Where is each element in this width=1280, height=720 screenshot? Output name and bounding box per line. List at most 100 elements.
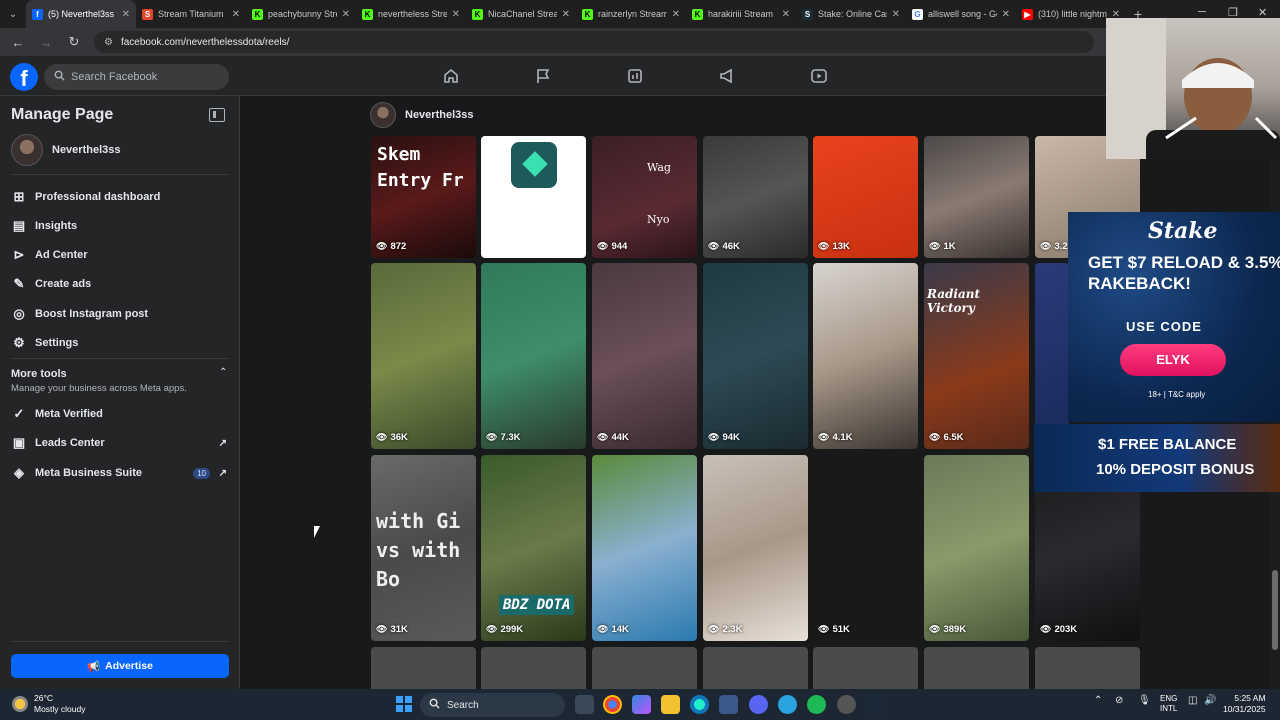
minimize-icon[interactable]: ─ [1198, 6, 1206, 18]
tab-search-menu-button[interactable]: ⌄ [0, 0, 26, 28]
close-tab-icon[interactable]: ✕ [1002, 9, 1010, 20]
eye-icon: 👁 [929, 432, 941, 442]
flag-icon[interactable] [533, 66, 553, 86]
forward-arrow-icon[interactable]: → [34, 30, 58, 54]
back-arrow-icon[interactable]: ← [6, 30, 30, 54]
steam-icon[interactable] [866, 695, 885, 714]
chevron-up-icon[interactable]: ⌃ [1094, 695, 1102, 706]
url-field[interactable]: ⚙ facebook.com/neverthelessdota/reels/ [94, 31, 1094, 53]
sidebar-item-boost-instagram-post[interactable]: ◎ Boost Instagram post [11, 301, 229, 327]
microphone-icon[interactable]: 🎙 [1138, 695, 1151, 706]
sidebar-item-meta-business-suite[interactable]: ◈ Meta Business Suite ↗ 10 [11, 460, 229, 486]
sidebar-item-insights[interactable]: ▤ Insights [11, 213, 229, 239]
reel-thumbnail[interactable]: Skem Entry Fr 👁 872 [371, 136, 476, 258]
megaphone-icon[interactable] [717, 66, 737, 86]
browser-tab[interactable]: S Stream Titanium ✕ [136, 0, 246, 28]
discord-icon[interactable] [749, 695, 768, 714]
terms-text: 18+ | T&C apply [1148, 390, 1206, 399]
reel-thumbnail[interactable]: Wag Nyo Maad 👁944 [592, 136, 697, 258]
browser-tab[interactable]: S Stake: Online Casi ✕ [796, 0, 906, 28]
browser-tab[interactable]: Kharakiriii Stream ✕ [686, 0, 796, 28]
reel-thumbnail[interactable] [1035, 263, 1069, 449]
copilot-icon[interactable] [632, 695, 651, 714]
store-icon[interactable] [719, 695, 738, 714]
edge-icon[interactable] [690, 695, 709, 714]
reel-thumbnail[interactable]: 👁 13K [813, 136, 918, 258]
home-icon[interactable] [441, 66, 461, 86]
close-tab-icon[interactable]: ✕ [342, 9, 350, 20]
sidebar-item-ad-center[interactable]: ⊳ Ad Center [11, 242, 229, 268]
close-tab-icon[interactable]: ✕ [562, 9, 570, 20]
system-clock[interactable]: 5:25 AM 10/31/2025 [1223, 693, 1266, 715]
reel-thumbnail[interactable]: 👁 4.1K [813, 263, 918, 449]
search-placeholder: Search Facebook [71, 71, 158, 83]
file-explorer-icon[interactable] [661, 695, 680, 714]
browser-tab[interactable]: Galliswell song - Go ✕ [906, 0, 1016, 28]
obs-icon[interactable] [837, 695, 856, 714]
close-tab-icon[interactable]: ✕ [782, 9, 790, 20]
collapse-sidebar-icon[interactable] [209, 108, 225, 122]
browser-tab[interactable]: K NicaChanel Strea ✕ [466, 0, 576, 28]
reel-thumbnail[interactable]: 👁 36K [371, 263, 476, 449]
sidebar-item-create-ads[interactable]: ✎ Create ads [11, 271, 229, 297]
browser-tab[interactable]: f (5) Neverthel3ss R ✕ [26, 0, 136, 28]
reel-caption: with Gi vs with Bo [376, 509, 461, 591]
reel-placeholder [371, 647, 476, 689]
browser-tab[interactable]: Krainzerlyn Stream ✕ [576, 0, 686, 28]
reel-thumbnail[interactable]: BDZ DOTA 👁 299K [481, 455, 586, 641]
network-off-icon[interactable]: ⊘ [1115, 695, 1123, 706]
search-input[interactable]: Search Facebook [44, 64, 229, 90]
weather-widget[interactable]: 26°C Mostly cloudy [12, 693, 86, 715]
page-header[interactable]: Neverthel3ss [370, 102, 474, 128]
task-view-icon[interactable] [575, 695, 594, 714]
bonus-ad-banner[interactable]: $1 FREE BALANCE 10% DEPOSIT BONUS [1034, 424, 1280, 492]
reel-image [703, 136, 808, 258]
browser-tab[interactable]: Kpeachybunny Stre ✕ [246, 0, 356, 28]
windows-start-icon[interactable] [396, 696, 412, 712]
chevron-up-icon[interactable]: ⌃ [219, 367, 227, 378]
close-tab-icon[interactable]: ✕ [892, 9, 900, 20]
view-count-text: 1K [943, 241, 956, 252]
close-tab-icon[interactable]: ✕ [452, 9, 460, 20]
sidebar-item-professional-dashboard[interactable]: ⊞ Professional dashboard [11, 184, 229, 210]
reel-thumbnail[interactable]: 👁 94K [703, 263, 808, 449]
taskbar-search[interactable]: Search [420, 693, 565, 717]
reel-thumbnail[interactable]: 👁 44K [592, 263, 697, 449]
sidebar-item-settings[interactable]: ⚙ Settings [11, 330, 229, 356]
reel-thumbnail[interactable]: 👁 7.3K [481, 263, 586, 449]
eye-icon: 👁 [486, 624, 498, 634]
close-tab-icon[interactable]: ✕ [672, 9, 680, 20]
reload-icon[interactable]: ↻ [62, 30, 86, 54]
reel-thumbnail[interactable]: 👁 46K [703, 136, 808, 258]
youtube-icon: ▶ [1022, 8, 1033, 20]
sidebar-item-meta-verified[interactable]: ✓ Meta Verified [11, 401, 229, 427]
reel-view-count: 👁 13K [818, 241, 850, 252]
sidebar-profile[interactable]: Neverthel3ss [11, 134, 121, 166]
volume-icon[interactable]: 🔊 [1204, 695, 1216, 706]
facebook-logo-icon[interactable]: f [10, 63, 38, 91]
video-icon[interactable] [809, 66, 829, 86]
chrome-icon[interactable] [603, 695, 622, 714]
reel-thumbnail[interactable]: 👁 51K [813, 455, 918, 641]
close-tab-icon[interactable]: ✕ [122, 9, 130, 20]
browser-tab[interactable]: Knevertheless Stre ✕ [356, 0, 466, 28]
language-indicator[interactable]: ENG INTL [1160, 694, 1177, 714]
reel-thumbnail[interactable]: 👁 2.3K [703, 455, 808, 641]
close-tab-icon[interactable]: ✕ [232, 9, 240, 20]
reel-caption: BDZ DOTA [499, 595, 575, 615]
stake-ad-banner[interactable]: Stake GET $7 RELOAD & 3.5% RAKEBACK! USE… [1068, 212, 1280, 422]
reel-thumbnail[interactable]: 👁 389K [924, 455, 1029, 641]
site-info-icon[interactable]: ⚙ [104, 37, 113, 48]
scrollbar-thumb[interactable] [1272, 570, 1278, 650]
sidebar-item-leads-center[interactable]: ▣ Leads Center ↗ [11, 430, 229, 456]
telegram-icon[interactable] [778, 695, 797, 714]
reel-thumbnail[interactable] [481, 136, 586, 258]
reel-thumbnail[interactable]: with Gi vs with Bo 👁 31K [371, 455, 476, 641]
wifi-icon[interactable]: ◫ [1188, 695, 1197, 706]
reel-thumbnail[interactable]: 👁 14K [592, 455, 697, 641]
spotify-icon[interactable] [807, 695, 826, 714]
reel-thumbnail[interactable]: Radiant Victory 👁 6.5K [924, 263, 1029, 449]
advertise-button[interactable]: 📢 Advertise [11, 654, 229, 678]
reel-thumbnail[interactable]: 👁 1K [924, 136, 1029, 258]
insights-chart-icon[interactable] [625, 66, 645, 86]
